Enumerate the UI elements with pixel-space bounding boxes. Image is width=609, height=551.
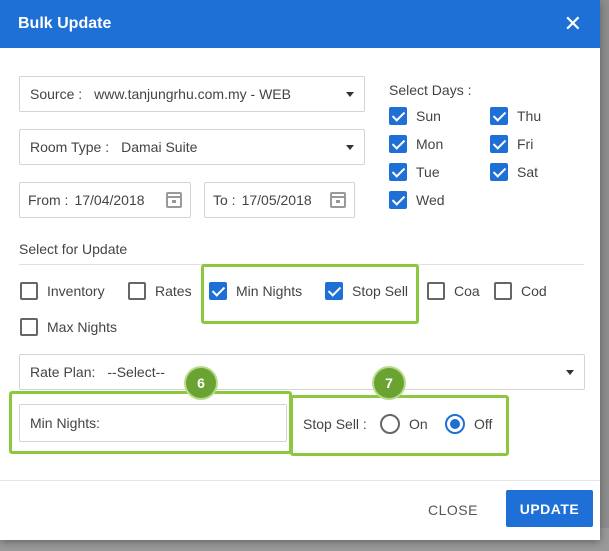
radio-label: Off bbox=[474, 416, 493, 432]
dialog-title: Bulk Update bbox=[18, 15, 112, 32]
option-label: Rates bbox=[155, 283, 192, 299]
calendar-icon[interactable] bbox=[166, 192, 182, 208]
day-label: Fri bbox=[517, 136, 534, 152]
update-cod-checkbox[interactable]: Cod bbox=[494, 282, 547, 300]
update-rates-checkbox[interactable]: Rates bbox=[128, 282, 192, 300]
chevron-down-icon bbox=[566, 370, 574, 375]
rate-plan-label: Rate Plan: bbox=[30, 364, 96, 380]
from-date-field[interactable]: From : 17/04/2018 bbox=[19, 182, 191, 218]
checkbox-checked-icon[interactable] bbox=[490, 135, 508, 153]
source-select[interactable]: Source : www.tanjungrhu.com.my - WEB bbox=[19, 76, 365, 112]
update-coa-checkbox[interactable]: Coa bbox=[427, 282, 480, 300]
day-thu-checkbox[interactable]: Thu bbox=[490, 107, 541, 125]
checkbox-checked-icon[interactable] bbox=[325, 282, 343, 300]
day-label: Mon bbox=[416, 136, 444, 152]
update-button[interactable]: UPDATE bbox=[506, 490, 593, 527]
step-badge-6: 6 bbox=[186, 368, 216, 398]
update-min-nights-checkbox[interactable]: Min Nights bbox=[209, 282, 302, 300]
room-type-value: Damai Suite bbox=[121, 139, 198, 155]
checkbox-icon[interactable] bbox=[20, 282, 38, 300]
day-label: Sun bbox=[416, 108, 441, 124]
day-label: Thu bbox=[517, 108, 542, 124]
day-fri-checkbox[interactable]: Fri bbox=[490, 135, 533, 153]
min-nights-label: Min Nights: bbox=[30, 415, 101, 431]
day-sun-checkbox[interactable]: Sun bbox=[389, 107, 441, 125]
checkbox-icon[interactable] bbox=[20, 318, 38, 336]
checkbox-icon[interactable] bbox=[128, 282, 146, 300]
radio-label: On bbox=[409, 416, 428, 432]
option-label: Cod bbox=[521, 283, 547, 299]
day-label: Tue bbox=[416, 164, 440, 180]
footer-divider bbox=[0, 480, 600, 481]
stop-sell-off-radio[interactable]: Off bbox=[445, 414, 492, 434]
checkbox-checked-icon[interactable] bbox=[490, 163, 508, 181]
stop-sell-on-radio[interactable]: On bbox=[380, 414, 428, 434]
to-label: To : bbox=[213, 192, 236, 208]
room-type-select[interactable]: Room Type : Damai Suite bbox=[19, 129, 365, 165]
checkbox-checked-icon[interactable] bbox=[389, 191, 407, 209]
close-button[interactable]: CLOSE bbox=[428, 502, 478, 518]
rate-plan-value: --Select-- bbox=[107, 364, 165, 380]
option-label: Inventory bbox=[47, 283, 105, 299]
radio-icon[interactable] bbox=[380, 414, 400, 434]
min-nights-input[interactable]: Min Nights: bbox=[19, 404, 287, 442]
day-tue-checkbox[interactable]: Tue bbox=[389, 163, 440, 181]
select-days-label: Select Days : bbox=[389, 82, 472, 98]
to-date-field[interactable]: To : 17/05/2018 bbox=[204, 182, 355, 218]
chevron-down-icon bbox=[346, 92, 354, 97]
checkbox-checked-icon[interactable] bbox=[209, 282, 227, 300]
checkbox-icon[interactable] bbox=[494, 282, 512, 300]
option-label: Coa bbox=[454, 283, 480, 299]
checkbox-checked-icon[interactable] bbox=[389, 135, 407, 153]
close-icon[interactable]: ✕ bbox=[564, 13, 582, 35]
source-value: www.tanjungrhu.com.my - WEB bbox=[94, 86, 291, 102]
update-stop-sell-checkbox[interactable]: Stop Sell bbox=[325, 282, 408, 300]
rate-plan-select[interactable]: Rate Plan: --Select-- bbox=[19, 354, 585, 390]
update-inventory-checkbox[interactable]: Inventory bbox=[20, 282, 105, 300]
update-max-nights-checkbox[interactable]: Max Nights bbox=[20, 318, 117, 336]
checkbox-checked-icon[interactable] bbox=[389, 163, 407, 181]
from-label: From : bbox=[28, 192, 69, 208]
calendar-icon[interactable] bbox=[330, 192, 346, 208]
stop-sell-label: Stop Sell : bbox=[303, 416, 367, 432]
from-value: 17/04/2018 bbox=[74, 192, 145, 208]
day-label: Wed bbox=[416, 192, 445, 208]
day-mon-checkbox[interactable]: Mon bbox=[389, 135, 443, 153]
source-label: Source : bbox=[30, 86, 83, 102]
radio-selected-icon[interactable] bbox=[445, 414, 465, 434]
option-label: Min Nights bbox=[236, 283, 303, 299]
checkbox-icon[interactable] bbox=[427, 282, 445, 300]
checkbox-checked-icon[interactable] bbox=[389, 107, 407, 125]
day-label: Sat bbox=[517, 164, 539, 180]
to-value: 17/05/2018 bbox=[241, 192, 312, 208]
option-label: Stop Sell bbox=[352, 283, 409, 299]
day-wed-checkbox[interactable]: Wed bbox=[389, 191, 445, 209]
room-type-label: Room Type : bbox=[30, 139, 110, 155]
checkbox-checked-icon[interactable] bbox=[490, 107, 508, 125]
chevron-down-icon bbox=[346, 145, 354, 150]
dialog-header: Bulk Update ✕ bbox=[0, 0, 600, 48]
select-for-update-label: Select for Update bbox=[19, 241, 128, 257]
bulk-update-dialog: Bulk Update ✕ Source : www.tanjungrhu.co… bbox=[0, 0, 600, 540]
step-badge-7: 7 bbox=[374, 368, 404, 398]
option-label: Max Nights bbox=[47, 319, 118, 335]
day-sat-checkbox[interactable]: Sat bbox=[490, 163, 538, 181]
